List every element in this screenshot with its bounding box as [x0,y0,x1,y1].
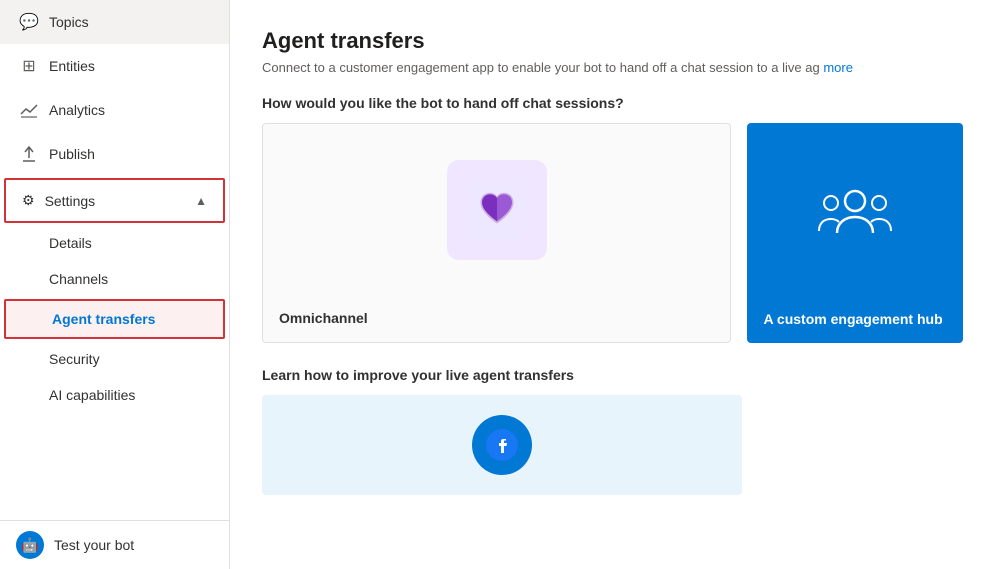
hub-icon [815,169,895,249]
sidebar-item-security[interactable]: Security [0,341,229,377]
settings-left: ⚙ Settings [22,192,95,209]
analytics-icon [19,100,39,120]
hand-off-label: How would you like the bot to hand off c… [262,95,963,111]
ai-capabilities-label: AI capabilities [49,387,135,403]
test-bot-label: Test your bot [54,537,134,553]
agent-transfers-label: Agent transfers [52,311,155,327]
sidebar-item-publish[interactable]: Publish [0,132,229,176]
learn-card[interactable] [262,395,742,495]
channels-label: Channels [49,271,108,287]
sidebar-item-agent-transfers[interactable]: Agent transfers [4,299,225,339]
learn-more-link[interactable]: more [823,60,853,75]
main-content: Agent transfers Connect to a customer en… [230,0,995,569]
sidebar-settings-label: Settings [45,193,96,209]
sidebar-item-entities-label: Entities [49,58,95,74]
sidebar-item-topics[interactable]: 💬 Topics [0,0,229,44]
sidebar-item-entities[interactable]: ⊞ Entities [0,44,229,88]
learn-svg-icon [484,427,520,463]
settings-subnav: Details Channels Agent transfers Securit… [0,225,229,413]
hub-svg-icon [815,169,895,249]
topics-icon: 💬 [19,12,39,32]
test-your-bot[interactable]: 🤖 Test your bot [0,520,229,569]
omnichannel-label: Omnichannel [279,310,714,326]
sidebar-scroll: 💬 Topics ⊞ Entities Analytics [0,0,229,520]
custom-hub-card[interactable]: A custom engagement hub [747,123,963,343]
page-subtitle: Connect to a customer engagement app to … [262,60,963,75]
learn-icon [472,415,532,475]
sidebar-item-analytics-label: Analytics [49,102,105,118]
settings-icon: ⚙ [22,192,35,209]
omnichannel-svg-icon [467,180,527,240]
page-title: Agent transfers [262,28,963,54]
publish-icon [19,144,39,164]
sidebar-item-ai-capabilities[interactable]: AI capabilities [0,377,229,413]
subtitle-text: Connect to a customer engagement app to … [262,60,820,75]
custom-hub-label: A custom engagement hub [763,311,947,327]
details-label: Details [49,235,92,251]
security-label: Security [49,351,100,367]
sidebar-item-publish-label: Publish [49,146,95,162]
learn-section-label: Learn how to improve your live agent tra… [262,367,963,383]
sidebar-item-analytics[interactable]: Analytics [0,88,229,132]
sidebar-item-settings[interactable]: ⚙ Settings ▲ [4,178,225,223]
omnichannel-logo [447,160,547,260]
omnichannel-card[interactable]: Omnichannel [262,123,731,343]
entities-icon: ⊞ [19,56,39,76]
sidebar: 💬 Topics ⊞ Entities Analytics [0,0,230,569]
bot-avatar: 🤖 [16,531,44,559]
hub-icon-area [763,139,947,279]
sidebar-item-details[interactable]: Details [0,225,229,261]
omnichannel-logo-area [279,140,714,280]
sidebar-item-topics-label: Topics [49,14,89,30]
chevron-up-icon: ▲ [195,194,207,208]
cards-row: Omnichannel [262,123,963,343]
sidebar-item-channels[interactable]: Channels [0,261,229,297]
